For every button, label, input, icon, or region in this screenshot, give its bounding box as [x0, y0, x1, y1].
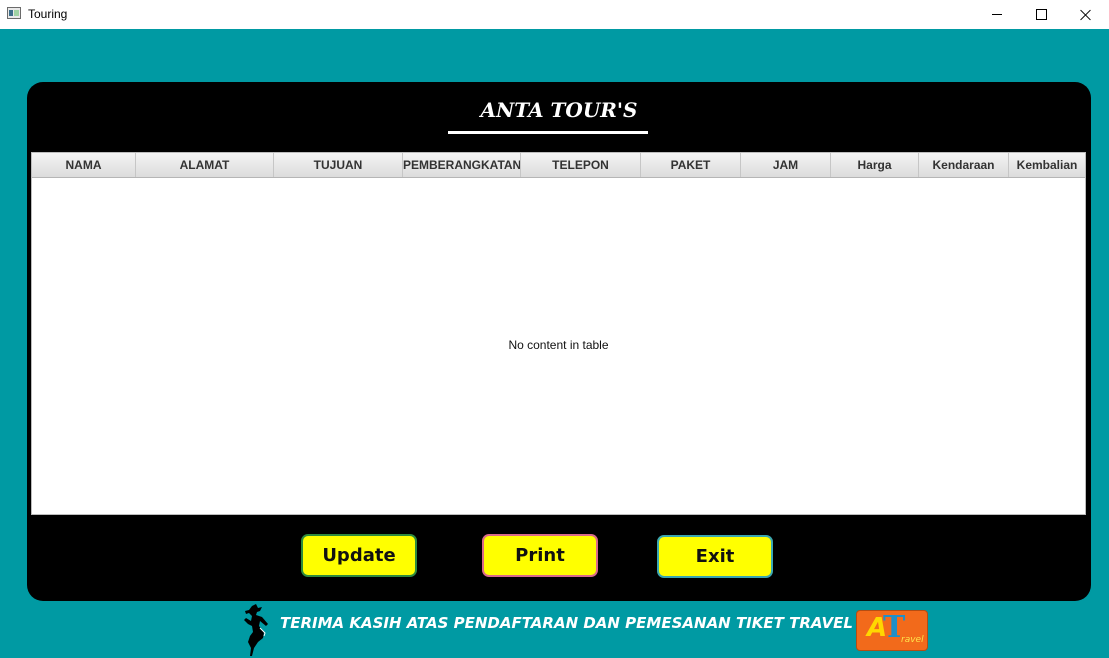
- maximize-button[interactable]: [1018, 0, 1064, 29]
- title-underline: [448, 131, 648, 134]
- column-header-jam[interactable]: JAM: [741, 153, 831, 177]
- main-panel: ANTA TOUR'S NAMA ALAMAT TUJUAN PEMBERANG…: [27, 82, 1091, 601]
- close-button[interactable]: [1063, 0, 1109, 29]
- window-title: Touring: [28, 7, 68, 21]
- minimize-icon: [992, 14, 1002, 15]
- column-header-harga[interactable]: Harga: [831, 153, 919, 177]
- exit-button[interactable]: Exit: [657, 535, 773, 578]
- column-header-alamat[interactable]: ALAMAT: [136, 153, 274, 177]
- minimize-button[interactable]: [974, 0, 1020, 29]
- column-header-pemberangkatan[interactable]: PEMBERANGKATAN: [403, 153, 521, 177]
- column-header-telepon[interactable]: TELEPON: [521, 153, 641, 177]
- close-icon: [1080, 9, 1092, 21]
- column-header-kendaraan[interactable]: Kendaraan: [919, 153, 1009, 177]
- logo-subtext: ravel: [901, 635, 924, 645]
- table-header: NAMA ALAMAT TUJUAN PEMBERANGKATAN TELEPO…: [32, 153, 1085, 178]
- footer-message: TERIMA KASIH ATAS PENDAFTARAN DAN PEMESA…: [280, 614, 853, 632]
- column-header-kembalian[interactable]: Kembalian: [1009, 153, 1085, 177]
- booking-table[interactable]: NAMA ALAMAT TUJUAN PEMBERANGKATAN TELEPO…: [31, 152, 1086, 515]
- print-button[interactable]: Print: [482, 534, 598, 577]
- table-empty-message: No content in table: [508, 338, 609, 352]
- figure-icon: [244, 604, 268, 656]
- maximize-icon: [1035, 9, 1047, 20]
- travel-logo: A T ravel: [856, 610, 928, 651]
- column-header-nama[interactable]: NAMA: [32, 153, 136, 177]
- column-header-paket[interactable]: PAKET: [641, 153, 741, 177]
- app-window-icon: [7, 7, 21, 19]
- update-button[interactable]: Update: [301, 534, 417, 577]
- window-titlebar: Touring: [0, 0, 1109, 29]
- page-title: ANTA TOUR'S: [480, 98, 638, 122]
- column-header-tujuan[interactable]: TUJUAN: [274, 153, 403, 177]
